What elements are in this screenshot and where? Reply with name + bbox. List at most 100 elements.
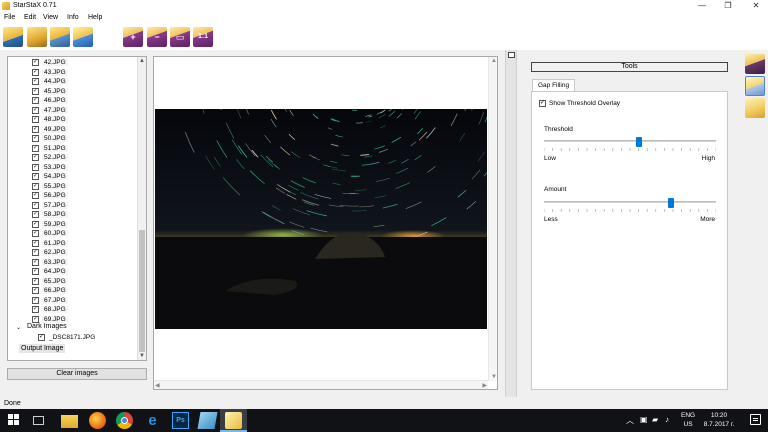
list-item[interactable]: ✓ 43.JPG xyxy=(8,68,139,78)
menu-file[interactable]: File xyxy=(4,14,15,21)
list-item[interactable]: ✓ 50.JPG xyxy=(8,134,139,144)
scroll-up-icon[interactable]: ▲ xyxy=(139,58,145,64)
dark-images-group[interactable]: Dark Images xyxy=(27,323,67,330)
list-item[interactable]: ✓ 44.JPG xyxy=(8,77,139,87)
gap-filling-mode-icon[interactable] xyxy=(745,76,765,96)
output-image-item[interactable]: Output Image xyxy=(19,344,66,353)
list-item[interactable]: ✓ 46.JPG xyxy=(8,96,139,106)
notes-icon[interactable] xyxy=(197,412,218,429)
scroll-right-icon[interactable]: ▶ xyxy=(482,382,487,389)
file-checkbox[interactable]: ✓ xyxy=(32,239,39,247)
star-trails-mode-icon[interactable] xyxy=(745,54,765,74)
file-checkbox[interactable]: ✓ xyxy=(32,163,39,171)
file-checkbox[interactable]: ✓ xyxy=(32,68,39,76)
list-item[interactable]: ✓ 64.JPG xyxy=(8,267,139,277)
image-vertical-scrollbar[interactable]: ▲ ▼ xyxy=(488,57,497,381)
file-checkbox[interactable]: ✓ xyxy=(32,59,39,66)
open-images-icon[interactable] xyxy=(3,27,23,47)
dark-file-name[interactable]: _DSC8171.JPG xyxy=(49,334,95,341)
zoom-in-icon[interactable]: + xyxy=(123,27,143,47)
amount-slider-thumb[interactable] xyxy=(668,198,675,208)
export-icon[interactable] xyxy=(73,27,93,47)
chevron-down-icon[interactable]: ⌄ xyxy=(16,324,21,331)
scroll-left-icon[interactable]: ◀ xyxy=(155,382,160,389)
scroll-down-icon[interactable]: ▼ xyxy=(491,374,497,380)
battery-icon[interactable]: ▰ xyxy=(652,415,658,424)
list-item[interactable]: ✓ 42.JPG xyxy=(8,58,139,68)
menu-help[interactable]: Help xyxy=(88,14,102,21)
file-checkbox[interactable]: ✓ xyxy=(32,211,39,218)
list-item[interactable]: ✓ 61.JPG xyxy=(8,239,139,249)
show-threshold-overlay-checkbox[interactable]: ✓ xyxy=(539,100,546,107)
file-checkbox[interactable]: ✓ xyxy=(32,201,39,209)
restore-panel-icon[interactable] xyxy=(508,52,515,58)
dark-file-checkbox[interactable]: ✓ xyxy=(38,334,45,341)
maximize-button[interactable]: ❐ xyxy=(717,0,739,12)
file-checkbox[interactable]: ✓ xyxy=(32,249,39,256)
image-viewer[interactable]: ▲ ▼ ◀ ▶ xyxy=(153,56,498,390)
list-item[interactable]: ✓ 45.JPG xyxy=(8,87,139,97)
starstax-icon[interactable] xyxy=(225,412,242,429)
image-horizontal-scrollbar[interactable]: ◀ ▶ xyxy=(154,380,488,389)
show-hidden-icons-icon[interactable]: ︿ xyxy=(626,415,634,426)
list-item[interactable]: ✓ 48.JPG xyxy=(8,115,139,125)
list-item[interactable]: ✓ 58.JPG xyxy=(8,210,139,220)
task-view-icon[interactable] xyxy=(33,416,44,425)
list-item[interactable]: ✓ 52.JPG xyxy=(8,153,139,163)
volume-icon[interactable]: ♪ xyxy=(665,415,669,424)
fit-to-window-icon[interactable]: ▭ xyxy=(170,27,190,47)
clock[interactable]: 10:20 8.7.2017 г. xyxy=(700,411,738,429)
close-button[interactable]: ✕ xyxy=(745,0,767,12)
blending-mode-icon[interactable] xyxy=(745,98,765,118)
file-checkbox[interactable]: ✓ xyxy=(32,258,39,266)
list-item[interactable]: ✓ 65.JPG xyxy=(8,277,139,287)
file-checkbox[interactable]: ✓ xyxy=(32,154,39,161)
file-checkbox[interactable]: ✓ xyxy=(32,135,39,142)
list-item[interactable]: ✓ 67.JPG xyxy=(8,296,139,306)
list-item[interactable]: ✓ 57.JPG xyxy=(8,201,139,211)
scroll-up-icon[interactable]: ▲ xyxy=(491,58,497,64)
menu-view[interactable]: View xyxy=(43,14,58,21)
file-checkbox[interactable]: ✓ xyxy=(32,87,39,95)
file-checkbox[interactable]: ✓ xyxy=(32,287,39,294)
file-checkbox[interactable]: ✓ xyxy=(32,268,39,275)
file-checkbox[interactable]: ✓ xyxy=(32,277,39,285)
file-checkbox[interactable]: ✓ xyxy=(32,78,39,85)
file-checkbox[interactable]: ✓ xyxy=(32,97,39,104)
file-checkbox[interactable]: ✓ xyxy=(32,315,39,323)
menu-info[interactable]: Info xyxy=(67,14,79,21)
photoshop-icon[interactable]: Ps xyxy=(172,412,189,429)
edge-icon[interactable]: e xyxy=(144,412,161,429)
threshold-slider-thumb[interactable] xyxy=(635,137,642,147)
file-checkbox[interactable]: ✓ xyxy=(32,182,39,190)
list-item[interactable]: ✓ 62.JPG xyxy=(8,248,139,258)
scroll-down-icon[interactable]: ▼ xyxy=(139,353,145,359)
chrome-icon[interactable] xyxy=(116,412,133,429)
zoom-actual-size-icon[interactable]: 1:1 xyxy=(193,27,213,47)
file-checkbox[interactable]: ✓ xyxy=(32,106,39,114)
list-item[interactable]: ✓ 54.JPG xyxy=(8,172,139,182)
list-item[interactable]: ✓ 66.JPG xyxy=(8,286,139,296)
amount-track[interactable] xyxy=(544,201,716,203)
list-item[interactable]: ✓ 63.JPG xyxy=(8,258,139,268)
zoom-out-icon[interactable]: − xyxy=(147,27,167,47)
show-threshold-overlay-label[interactable]: Show Threshold Overlay xyxy=(549,100,620,107)
notifications-icon[interactable] xyxy=(750,414,761,425)
start-icon[interactable] xyxy=(6,412,23,429)
list-item[interactable]: ✓ 59.JPG xyxy=(8,220,139,230)
list-item[interactable]: ✓ 49.JPG xyxy=(8,125,139,135)
firefox-icon[interactable] xyxy=(89,412,106,429)
file-checkbox[interactable]: ✓ xyxy=(32,125,39,133)
network-icon[interactable]: ▣ xyxy=(640,415,648,424)
menu-edit[interactable]: Edit xyxy=(24,14,36,21)
language-indicator[interactable]: ENG US xyxy=(681,411,695,429)
file-checkbox[interactable]: ✓ xyxy=(32,230,39,237)
list-item[interactable]: ✓ 47.JPG xyxy=(8,106,139,116)
file-checkbox[interactable]: ✓ xyxy=(32,220,39,228)
file-checkbox[interactable]: ✓ xyxy=(32,116,39,123)
panel-splitter[interactable] xyxy=(505,50,517,404)
list-item[interactable]: ✓ 68.JPG xyxy=(8,305,139,315)
list-item[interactable]: ✓ 56.JPG xyxy=(8,191,139,201)
clear-images-button[interactable]: Clear images xyxy=(7,368,147,380)
scrollbar-thumb[interactable] xyxy=(139,230,145,352)
